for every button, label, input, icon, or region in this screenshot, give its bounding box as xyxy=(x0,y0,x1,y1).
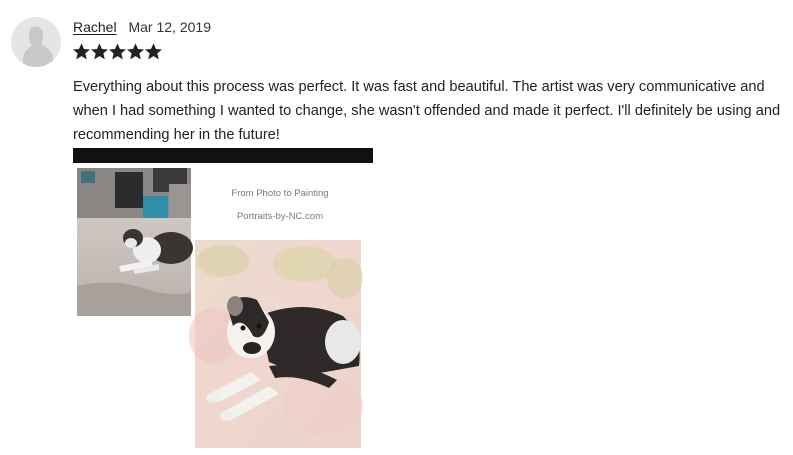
star-icon xyxy=(91,43,108,60)
star-icon xyxy=(145,43,162,60)
review-date: Mar 12, 2019 xyxy=(128,19,211,35)
review-header: Rachel Mar 12, 2019 xyxy=(73,18,211,36)
image-caption-title: From Photo to Painting xyxy=(231,188,328,199)
star-icon xyxy=(127,43,144,60)
review-text: Everything about this process was perfec… xyxy=(73,79,781,143)
star-icon xyxy=(109,43,126,60)
original-photo xyxy=(77,168,193,316)
image-caption-site: Portraits-by-NC.com xyxy=(237,211,323,222)
redaction-bar xyxy=(73,148,373,163)
photo-to-painting-image: From Photo to Painting Portraits-by-NC.c… xyxy=(77,168,363,448)
person-silhouette-icon xyxy=(23,26,53,67)
reviewer-name-link[interactable]: Rachel xyxy=(73,19,117,35)
painted-portrait xyxy=(189,240,363,448)
reviewer-avatar[interactable] xyxy=(11,17,61,67)
star-rating xyxy=(73,43,162,60)
review-photo[interactable]: From Photo to Painting Portraits-by-NC.c… xyxy=(73,166,375,450)
star-icon xyxy=(73,43,90,60)
